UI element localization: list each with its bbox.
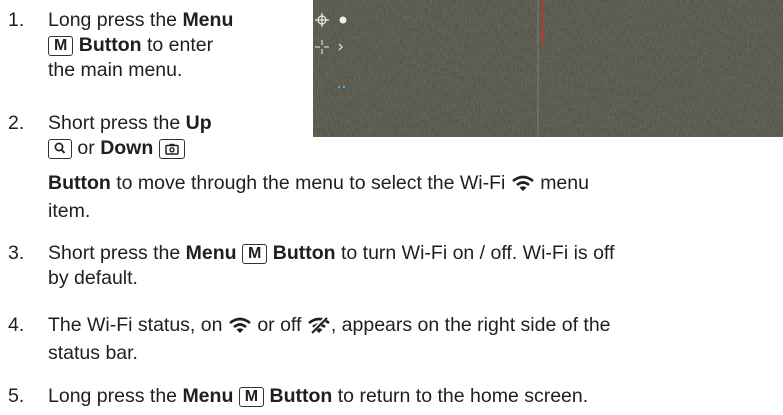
down-key-camera-icon <box>158 139 185 159</box>
step-number: 4. <box>8 314 25 336</box>
step-text: Long press the <box>48 385 178 407</box>
button-word: Button <box>269 385 333 407</box>
step-text: to move through the menu to select the W… <box>116 172 506 194</box>
step-2: 2. Short press the Up or Down Button to … <box>0 111 783 222</box>
step-1: 1. Long press the Menu M Button to enter… <box>0 8 310 88</box>
step-text: Long press the <box>48 9 178 31</box>
step-text: the main menu. <box>48 59 183 81</box>
up-key-zoom-icon <box>48 139 72 159</box>
step-text: The Wi-Fi status, on <box>48 314 223 336</box>
button-name: Up <box>185 112 212 134</box>
step-3: 3. Short press the Menu M Button to turn… <box>0 241 783 296</box>
button-word: Button <box>78 34 142 56</box>
button-name: Down <box>100 137 154 159</box>
step-text: status bar. <box>48 342 138 364</box>
step-text: to return to the home screen. <box>337 385 589 407</box>
menu-key-icon: M <box>48 36 74 56</box>
step-text: by default. <box>48 267 138 289</box>
step-text: to enter <box>146 34 214 56</box>
step-text: Short press the <box>48 112 181 134</box>
wifi-on-icon <box>228 316 252 341</box>
button-name: Menu <box>185 242 237 264</box>
step-text: menu <box>540 172 589 194</box>
menu-key-icon: M <box>242 244 268 264</box>
step-number: 5. <box>8 385 25 407</box>
step-number: 1. <box>8 9 25 31</box>
step-number: 2. <box>8 112 25 134</box>
wifi-on-icon <box>511 174 535 199</box>
button-name: Menu <box>182 385 234 407</box>
step-text: item. <box>48 200 91 222</box>
step-text: to turn Wi-Fi on / off. Wi-Fi is off <box>340 242 615 264</box>
menu-key-icon: M <box>238 387 265 407</box>
step-text: or off <box>257 314 302 336</box>
button-word: Button <box>272 242 336 264</box>
status-dot-icon <box>339 16 347 24</box>
button-name: Menu <box>182 9 234 31</box>
step-number: 3. <box>8 242 25 264</box>
indicator-dot-icon <box>338 86 340 88</box>
step-5: 5. Long press the Menu M Button to retur… <box>0 384 783 412</box>
step-4: 4. The Wi-Fi status, on or off , appears… <box>0 313 783 368</box>
step-text: , appears on the right side of the <box>330 314 611 336</box>
step-text: or <box>77 137 95 159</box>
step-text: Short press the <box>48 242 181 264</box>
wifi-off-icon <box>307 315 331 341</box>
button-word: Button <box>48 172 111 194</box>
